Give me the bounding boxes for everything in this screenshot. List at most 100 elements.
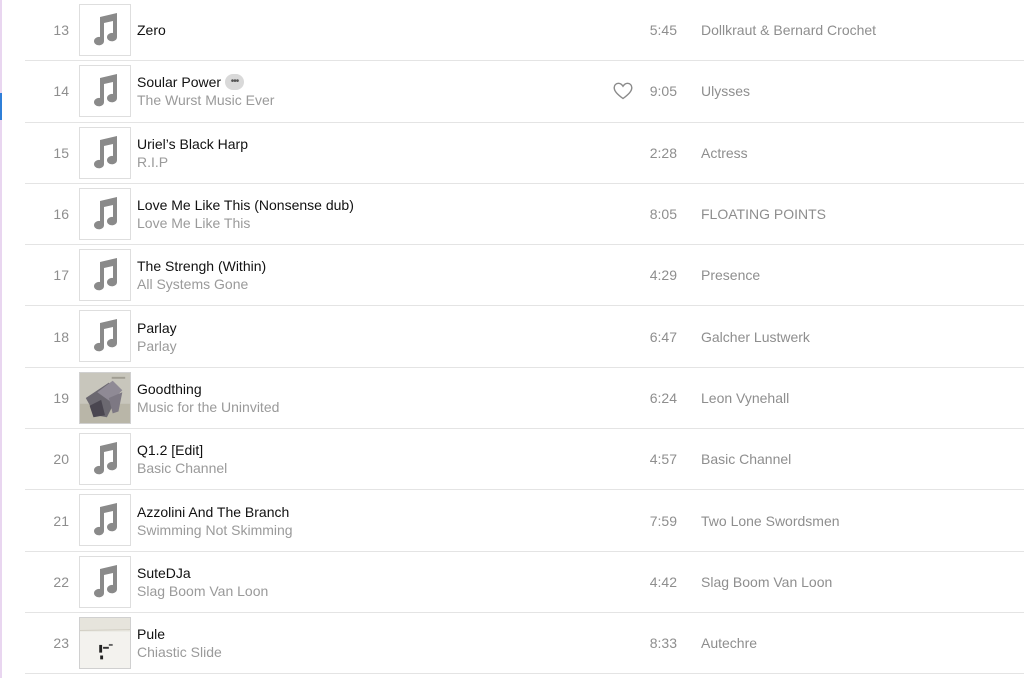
track-number: 21 <box>53 512 69 529</box>
track-row[interactable]: 21 Azzolini And The Branch Swimming Not … <box>25 490 1024 552</box>
track-number: 13 <box>53 22 69 39</box>
track-title-block: Soular Power ••• The Wurst Music Ever <box>137 73 577 109</box>
track-album: Love Me Like This <box>137 215 251 232</box>
track-title: Soular Power <box>137 74 222 91</box>
track-title: Parlay <box>137 319 177 336</box>
track-number: 17 <box>53 267 69 284</box>
track-row[interactable]: 16 Love Me Like This (Nonsense dub) Love… <box>25 184 1024 246</box>
music-note-icon <box>94 503 118 536</box>
track-row[interactable]: 22 SuteDJa Slag Boom Van Loon 4:42 Slag … <box>25 552 1024 613</box>
track-duration: 4:29 <box>649 267 677 284</box>
track-duration: 4:57 <box>649 451 677 468</box>
track-album: R.I.P <box>137 153 169 170</box>
track-artist: Actress <box>701 144 748 161</box>
track-artist: Presence <box>701 267 761 284</box>
music-note-icon <box>94 319 118 352</box>
track-title: Goodthing <box>137 380 202 397</box>
album-art-image <box>80 372 130 423</box>
track-title: The Strengh (Within) <box>137 258 267 275</box>
artwork-placeholder <box>79 249 131 302</box>
artwork-placeholder <box>79 126 131 179</box>
track-row[interactable]: 19 Goodthing Music for the Uninvited 6:2… <box>25 368 1024 430</box>
track-album: Slag Boom Van Loon <box>137 582 269 599</box>
track-title-block: The Strengh (Within) All Systems Gone <box>137 257 577 293</box>
album-artwork <box>79 616 131 669</box>
track-number: 14 <box>53 83 69 100</box>
music-note-icon <box>94 74 118 107</box>
track-duration: 4:42 <box>649 573 677 590</box>
track-number: 19 <box>53 389 69 406</box>
track-duration: 6:24 <box>649 389 677 406</box>
artwork-placeholder <box>79 433 131 486</box>
track-number: 15 <box>53 144 69 161</box>
track-number: 18 <box>53 328 69 345</box>
more-options-button[interactable]: ••• <box>225 74 245 91</box>
track-duration: 2:28 <box>649 144 677 161</box>
track-row[interactable]: 14 Soular Power ••• The Wurst Music Ever… <box>25 61 1024 123</box>
artwork-placeholder <box>79 187 131 240</box>
track-artist: Dollkraut & Bernard Crochet <box>701 22 877 39</box>
track-artist: Two Lone Swordsmen <box>701 512 840 529</box>
music-note-icon <box>94 258 118 291</box>
track-title-block: Parlay Parlay <box>137 319 577 355</box>
track-album: The Wurst Music Ever <box>137 92 275 109</box>
track-title-block: Azzolini And The Branch Swimming Not Ski… <box>137 503 577 539</box>
album-artwork <box>79 371 131 424</box>
track-row[interactable]: 13 Zero 5:45 Dollkraut & Bernard Crochet <box>25 0 1024 62</box>
artwork-placeholder <box>79 494 131 547</box>
track-row[interactable]: 23 Pule Chiastic Slide 8:33 Autechre <box>25 613 1024 675</box>
sidebar-selection-marker <box>0 93 2 120</box>
track-album: Parlay <box>137 337 177 354</box>
track-album: Music for the Uninvited <box>137 398 280 415</box>
track-title-block: Goodthing Music for the Uninvited <box>137 380 577 416</box>
track-number: 22 <box>53 573 69 590</box>
track-row[interactable]: 17 The Strengh (Within) All Systems Gone… <box>25 245 1024 307</box>
track-album: All Systems Gone <box>137 276 249 293</box>
track-artist: Slag Boom Van Loon <box>701 573 833 590</box>
track-artist: Basic Channel <box>701 451 792 468</box>
track-title: Uriel’s Black Harp <box>137 135 248 152</box>
track-artist: Leon Vynehall <box>701 389 790 406</box>
track-duration: 5:45 <box>649 22 677 39</box>
music-note-icon <box>94 196 118 230</box>
track-number: 16 <box>53 206 69 223</box>
track-duration: 8:33 <box>649 635 677 652</box>
track-artist: FLOATING POINTS <box>701 206 826 223</box>
track-title: SuteDJa <box>137 564 191 581</box>
track-album: Basic Channel <box>137 460 228 477</box>
track-title: Zero <box>137 22 166 39</box>
track-title-block: Uriel’s Black Harp R.I.P <box>137 135 577 171</box>
track-duration: 7:59 <box>649 512 677 529</box>
artwork-placeholder <box>79 310 131 363</box>
music-note-icon <box>94 135 118 168</box>
track-list: 13 Zero 5:45 Dollkraut & Bernard Crochet… <box>25 0 1024 675</box>
track-title-block: Love Me Like This (Nonsense dub) Love Me… <box>137 196 577 232</box>
artwork-placeholder <box>79 4 131 56</box>
track-duration: 6:47 <box>649 328 677 345</box>
heart-icon[interactable] <box>613 82 633 100</box>
track-number: 23 <box>53 635 69 652</box>
artwork-placeholder <box>79 555 131 608</box>
track-title-block: SuteDJa Slag Boom Van Loon <box>137 564 577 600</box>
track-album: Swimming Not Skimming <box>137 521 293 538</box>
track-title-block: Q1.2 [Edit] Basic Channel <box>137 441 577 477</box>
track-artist: Autechre <box>701 635 758 652</box>
track-row[interactable]: 20 Q1.2 [Edit] Basic Channel 4:57 Basic … <box>25 429 1024 491</box>
track-title: Q1.2 [Edit] <box>137 442 204 459</box>
track-title: Azzolini And The Branch <box>137 503 290 520</box>
album-art-image <box>80 617 130 668</box>
track-duration: 9:05 <box>649 83 677 100</box>
music-note-icon <box>94 442 118 475</box>
track-title-block: Zero <box>137 21 577 39</box>
music-app-window: 13 Zero 5:45 Dollkraut & Bernard Crochet… <box>0 0 1024 678</box>
music-note-icon <box>94 13 118 46</box>
track-artist: Ulysses <box>701 83 751 100</box>
track-number: 20 <box>53 451 69 468</box>
track-title: Pule <box>137 626 166 643</box>
artwork-placeholder <box>79 65 131 118</box>
track-duration: 8:05 <box>649 206 677 223</box>
track-row[interactable]: 18 Parlay Parlay 6:47 Galcher Lustwerk <box>25 306 1024 368</box>
track-title-block: Pule Chiastic Slide <box>137 625 577 661</box>
track-row[interactable]: 15 Uriel’s Black Harp R.I.P 2:28 Actress <box>25 123 1024 184</box>
track-album: Chiastic Slide <box>137 644 222 661</box>
